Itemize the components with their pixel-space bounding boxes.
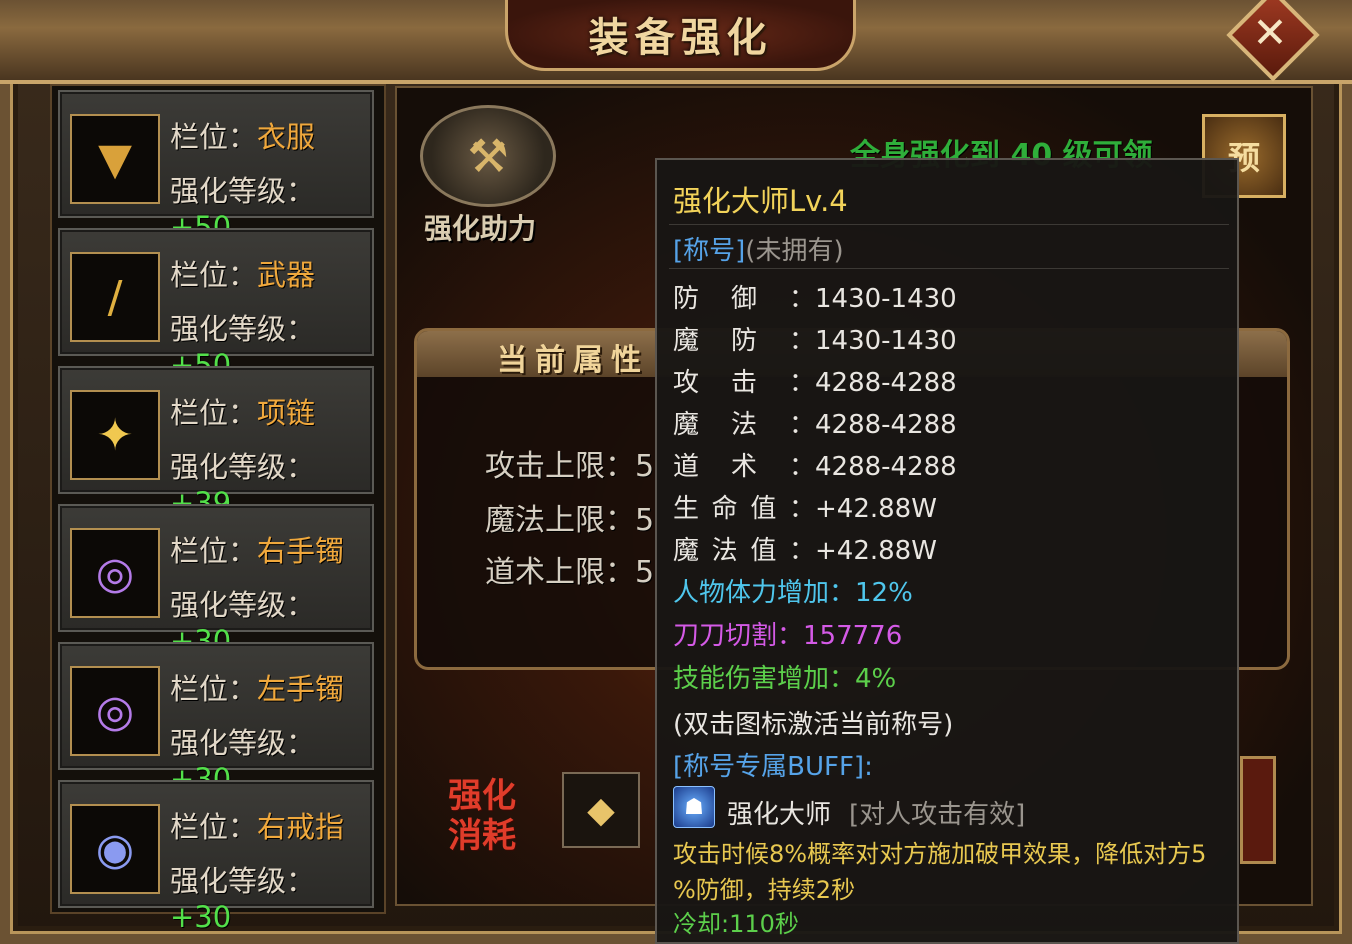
stat-value: 1430-1430 [815, 284, 957, 314]
slot-item[interactable]: / 栏位：武器 强化等级：+50 [58, 228, 374, 382]
skill-damage-bonus: 技能伤害增加：4% [673, 664, 897, 694]
slot-label: 栏位：右戒指 [170, 804, 344, 846]
level-prefix: 强化等级： [170, 726, 316, 760]
enhance-helper-button[interactable]: ⚒ 强化助力 [412, 105, 562, 245]
slot-level: 强化等级：+30 [170, 858, 372, 934]
slot-prefix: 栏位： [170, 396, 258, 430]
slot-item[interactable]: ◉ 栏位：右戒指 强化等级：+30 [58, 780, 374, 934]
slot-prefix: 栏位： [170, 672, 258, 706]
stat-value: 4288-4288 [815, 452, 957, 482]
stat-key: 魔法值： [673, 536, 815, 566]
level-prefix: 强化等级： [170, 864, 316, 898]
stat-value: +42.88W [815, 536, 937, 566]
tooltip-title: 强化大师Lv.4 [673, 184, 848, 218]
armor-icon: ▼ [70, 114, 160, 204]
buff-description-line2: %防御，持续2秒 [673, 876, 856, 904]
slot-label: 栏位：左手镯 [170, 666, 344, 708]
stat-tao: 道术：4288-4288 [673, 446, 957, 483]
attr-magic-max: 魔法上限：5 [485, 503, 655, 538]
enhance-stone-icon[interactable]: ◆ [562, 772, 640, 848]
title-plate: 装备强化 [505, 0, 856, 71]
level-prefix: 强化等级： [170, 312, 316, 346]
stat-defense: 防御：1430-1430 [673, 278, 957, 315]
stamina-bonus: 人物体力增加：12% [673, 578, 913, 608]
stat-key: 防御： [673, 284, 815, 314]
stat-key: 魔法： [673, 410, 815, 440]
slot-label: 栏位：武器 [170, 252, 315, 294]
stat-value: 4288-4288 [815, 368, 957, 398]
buff-header: [称号专属BUFF]: [673, 752, 873, 782]
stat-key: 魔防： [673, 326, 815, 356]
title-tag: [称号] [673, 236, 746, 266]
title-tooltip: 强化大师Lv.4 [称号](未拥有) 防御：1430-1430 魔防：1430-… [655, 158, 1239, 944]
ring-icon: ◉ [70, 804, 160, 894]
buff-scope: [对人攻击有效] [849, 800, 1026, 830]
cost-label-line1: 强化 [448, 776, 516, 816]
divider [669, 268, 1229, 269]
stat-mp: 魔法值：+42.88W [673, 530, 937, 567]
enhance-helper-label: 强化助力 [424, 212, 537, 245]
stat-value: 1430-1430 [815, 326, 957, 356]
slot-name: 武器 [257, 258, 316, 292]
attr-tao-max: 道术上限：5 [485, 555, 655, 590]
slot-item[interactable]: ▼ 栏位：衣服 强化等级：+50 [58, 90, 374, 244]
stat-value: 4288-4288 [815, 410, 957, 440]
level-value: +30 [170, 900, 232, 934]
stat-key: 生命值： [673, 494, 815, 524]
close-button[interactable]: ✕ [1226, 0, 1320, 82]
divider [669, 224, 1229, 225]
slot-label: 栏位：衣服 [170, 114, 315, 156]
attributes-title: 当前属性 [497, 343, 649, 378]
buff-cooldown: 冷却:110秒 [673, 910, 799, 938]
slot-prefix: 栏位： [170, 810, 258, 844]
window-title: 装备强化 [588, 15, 773, 61]
stat-key: 道术： [673, 452, 815, 482]
stat-key: 攻击： [673, 368, 815, 398]
slot-name: 衣服 [257, 120, 316, 154]
buff-icon: ☗ [673, 786, 715, 828]
stat-magic-defense: 魔防：1430-1430 [673, 320, 957, 357]
buff-description-line1: 攻击时候8%概率对对方施加破甲效果，降低对方5 [673, 840, 1207, 868]
slot-name: 右戒指 [257, 810, 345, 844]
buff-name: 强化大师 [727, 800, 832, 830]
cut-damage: 刀刀切割：157776 [673, 621, 903, 651]
level-prefix: 强化等级： [170, 450, 316, 484]
slot-item[interactable]: ◎ 栏位：右手镯 强化等级：+30 [58, 504, 374, 658]
title-status: (未拥有) [745, 236, 844, 266]
slot-prefix: 栏位： [170, 120, 258, 154]
activation-hint: (双击图标激活当前称号) [673, 710, 954, 740]
slot-item[interactable]: ◎ 栏位：左手镯 强化等级：+30 [58, 642, 374, 796]
slot-name: 左手镯 [257, 672, 345, 706]
stat-hp: 生命值：+42.88W [673, 488, 937, 525]
title-status-line: [称号](未拥有) [673, 230, 844, 267]
slot-name: 右手镯 [257, 534, 345, 568]
slot-item[interactable]: ✦ 栏位：项链 强化等级：+39 [58, 366, 374, 520]
stat-magic: 魔法：4288-4288 [673, 404, 957, 441]
attr-attack-max: 攻击上限：5 [485, 449, 655, 484]
slot-label: 栏位：项链 [170, 390, 315, 432]
bracelet-icon: ◎ [70, 528, 160, 618]
slot-prefix: 栏位： [170, 534, 258, 568]
close-icon: ✕ [1252, 8, 1288, 57]
slot-prefix: 栏位： [170, 258, 258, 292]
bracelet-icon: ◎ [70, 666, 160, 756]
weapon-icon: / [70, 252, 160, 342]
slot-name: 项链 [257, 396, 316, 430]
enhance-button[interactable] [1240, 756, 1276, 864]
stat-attack: 攻击：4288-4288 [673, 362, 957, 399]
cost-label: 强化 消耗 [448, 776, 516, 856]
level-prefix: 强化等级： [170, 588, 316, 622]
slot-list: ▼ 栏位：衣服 强化等级：+50 / 栏位：武器 强化等级：+50 ✦ 栏位：项… [50, 84, 386, 934]
cost-label-line2: 消耗 [448, 816, 516, 856]
slot-label: 栏位：右手镯 [170, 528, 344, 570]
level-prefix: 强化等级： [170, 174, 316, 208]
necklace-icon: ✦ [70, 390, 160, 480]
stat-value: +42.88W [815, 494, 937, 524]
helmet-hammer-icon: ⚒ [420, 105, 556, 207]
